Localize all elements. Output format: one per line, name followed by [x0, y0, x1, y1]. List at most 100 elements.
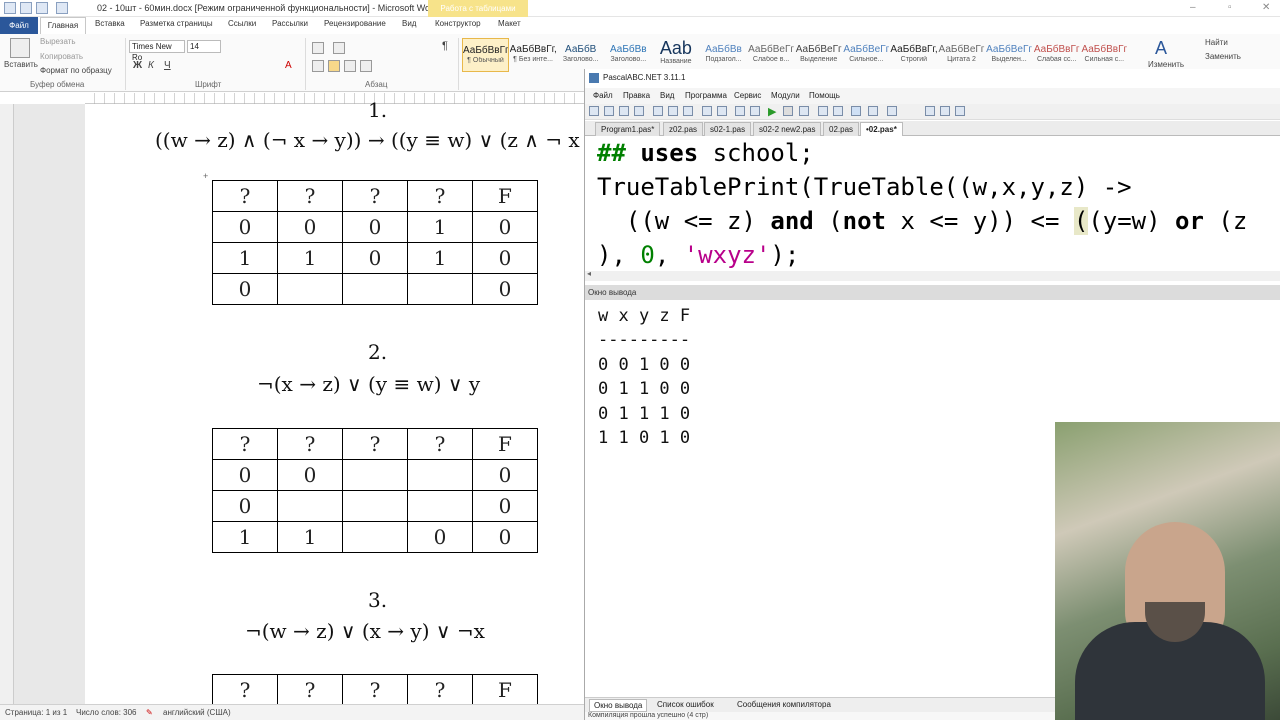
menu-view[interactable]: Вид: [660, 91, 674, 100]
menu-help[interactable]: Помощь: [809, 91, 840, 100]
underline-icon[interactable]: Ч: [164, 60, 171, 71]
table-move-handle-icon[interactable]: +: [203, 171, 208, 181]
menu-program[interactable]: Программа: [685, 91, 727, 100]
cut-icon[interactable]: [653, 106, 663, 116]
options-icon[interactable]: [887, 106, 897, 116]
tab-program1[interactable]: Program1.pas*: [595, 122, 661, 136]
table-cell[interactable]: 0: [407, 521, 473, 553]
justify-icon[interactable]: [360, 60, 372, 72]
output-window-icon[interactable]: [851, 106, 861, 116]
window-layout-icon[interactable]: [868, 106, 878, 116]
truth-table-1[interactable]: ???? F 0 0 0 1 0 1 1 0 1 0 0 0: [212, 180, 538, 305]
table-cell[interactable]: 0: [212, 273, 278, 305]
tab-s02-1[interactable]: s02-1.pas: [704, 122, 752, 136]
menu-edit[interactable]: Правка: [623, 91, 650, 100]
align-center-icon[interactable]: [328, 60, 340, 72]
close-icon[interactable]: ✕: [1262, 2, 1270, 13]
table-cell[interactable]: [277, 273, 343, 305]
style-tile[interactable]: АаБбВв Подзагол...: [700, 38, 747, 72]
table-cell[interactable]: [342, 273, 408, 305]
numbering-icon[interactable]: [333, 42, 345, 54]
change-styles-button[interactable]: Изменить: [1148, 60, 1184, 69]
stop-icon[interactable]: [783, 106, 793, 116]
change-styles-icon[interactable]: A: [1155, 38, 1167, 59]
pilcrow-icon[interactable]: ¶: [442, 40, 448, 52]
table-cell[interactable]: [407, 459, 473, 491]
word-app-icon[interactable]: [4, 2, 16, 14]
style-tile[interactable]: АаБбВ Заголово...: [557, 38, 604, 72]
table-cell[interactable]: 0: [472, 273, 538, 305]
font-size-select[interactable]: 14: [187, 40, 221, 53]
table-cell[interactable]: 0: [472, 242, 538, 274]
bold-icon[interactable]: Ж: [133, 60, 142, 71]
language-indicator[interactable]: английский (США): [163, 708, 231, 717]
scroll-left-icon[interactable]: ◂: [587, 269, 591, 278]
save-icon[interactable]: [20, 2, 32, 14]
table-cell[interactable]: ?: [342, 674, 408, 706]
table-cell[interactable]: 0: [277, 459, 343, 491]
style-tile[interactable]: АаБбВеГг Цитата 2: [938, 38, 985, 72]
vertical-ruler[interactable]: [0, 104, 14, 704]
tab-view[interactable]: Вид: [402, 19, 416, 28]
table-cell[interactable]: [277, 490, 343, 522]
table-cell[interactable]: 0: [342, 242, 408, 274]
replace-button[interactable]: Заменить: [1205, 52, 1241, 61]
table-cell[interactable]: 1: [407, 242, 473, 274]
font-color-icon[interactable]: A: [285, 60, 292, 71]
style-tile[interactable]: АаБбВеГг Выделен...: [986, 38, 1033, 72]
tab-page-layout[interactable]: Разметка страницы: [140, 19, 213, 28]
tab-z02[interactable]: z02.pas: [663, 122, 704, 136]
style-tile[interactable]: АаБбВвГг, ¶ Обычный: [462, 38, 509, 72]
menu-modules[interactable]: Модули: [771, 91, 800, 100]
style-tile[interactable]: АаБбВеГг Сильное...: [843, 38, 890, 72]
table-cell[interactable]: F: [472, 180, 538, 212]
table-cell[interactable]: 0: [277, 211, 343, 243]
format-code-icon[interactable]: [735, 106, 745, 116]
table-cell[interactable]: 0: [472, 521, 538, 553]
font-name-select[interactable]: Times New Ro: [129, 40, 185, 62]
maximize-icon[interactable]: ▫: [1228, 2, 1232, 13]
style-tile[interactable]: АаБбВеГг Слабое в...: [748, 38, 795, 72]
tab-02[interactable]: 02.pas: [823, 122, 860, 136]
table-cell[interactable]: ?: [342, 180, 408, 212]
table-cell[interactable]: ?: [212, 180, 278, 212]
copy-icon[interactable]: [668, 106, 678, 116]
tab-review[interactable]: Рецензирование: [324, 19, 386, 28]
tab-home[interactable]: Главная: [40, 17, 86, 34]
truth-table-2[interactable]: ???? F 0 0 0 0 0 1 1 0 0: [212, 428, 538, 553]
find-button[interactable]: Найти: [1205, 38, 1228, 47]
table-cell[interactable]: 0: [212, 490, 278, 522]
table-cell[interactable]: [407, 490, 473, 522]
table-cell[interactable]: 1: [277, 242, 343, 274]
copy-button[interactable]: Копировать: [40, 52, 83, 61]
cut-button[interactable]: Вырезать: [40, 37, 76, 46]
tab-file[interactable]: Файл: [0, 17, 38, 34]
table-cell[interactable]: ?: [342, 428, 408, 460]
word-count[interactable]: Число слов: 306: [76, 708, 136, 717]
step-icon[interactable]: [799, 106, 809, 116]
tab-mailings[interactable]: Рассылки: [272, 19, 308, 28]
undo-icon[interactable]: [702, 106, 712, 116]
table-cell[interactable]: ?: [407, 428, 473, 460]
bullets-icon[interactable]: [312, 42, 324, 54]
style-tile[interactable]: Aab Название: [652, 38, 699, 72]
style-tile[interactable]: АаБбВвГг, Строгий: [890, 38, 937, 72]
style-tile[interactable]: АаБбВв Заголово...: [605, 38, 652, 72]
form-designer-icon[interactable]: [925, 106, 935, 116]
redo-icon[interactable]: [56, 2, 68, 14]
table-cell[interactable]: 1: [212, 521, 278, 553]
compile-icon[interactable]: [750, 106, 760, 116]
tab-error-list[interactable]: Список ошибок: [653, 699, 718, 712]
paste-icon[interactable]: [10, 38, 30, 58]
editor-horizontal-scrollbar[interactable]: ◂: [585, 269, 1280, 281]
run-icon[interactable]: ▶: [768, 105, 776, 118]
table-cell[interactable]: ?: [407, 180, 473, 212]
tab-references[interactable]: Ссылки: [228, 19, 256, 28]
format-painter-button[interactable]: Формат по образцу: [40, 66, 112, 75]
truth-table-3[interactable]: ???? F: [212, 674, 538, 706]
table-cell[interactable]: F: [472, 428, 538, 460]
save-icon[interactable]: [619, 106, 629, 116]
table-cell[interactable]: 1: [212, 242, 278, 274]
table-cell[interactable]: [342, 521, 408, 553]
redo-icon[interactable]: [717, 106, 727, 116]
